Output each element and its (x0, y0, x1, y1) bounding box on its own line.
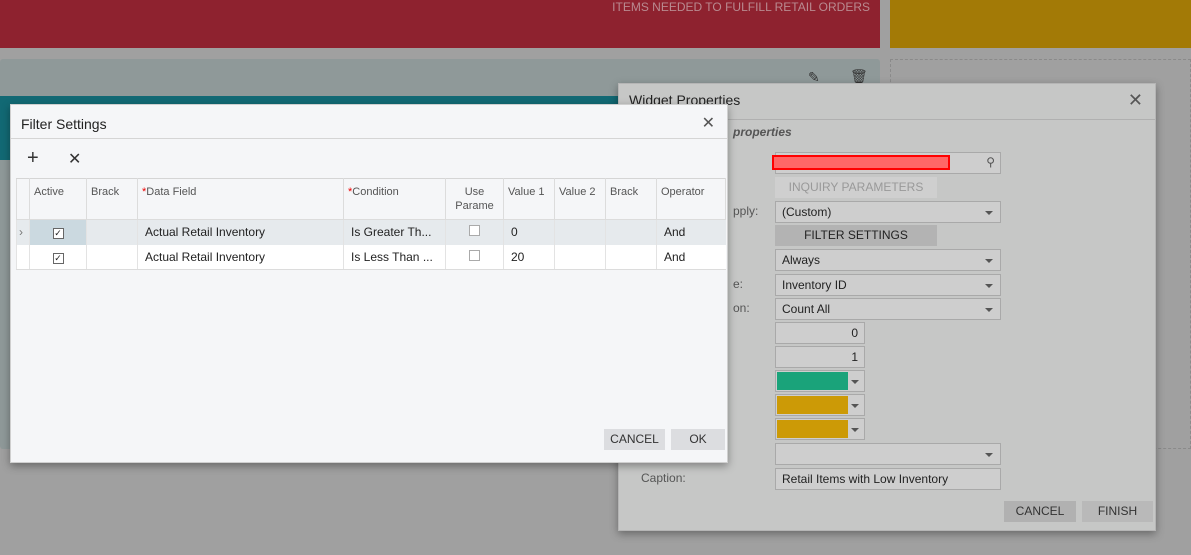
use-param-cell[interactable] (445, 219, 504, 245)
col-value-2[interactable]: Value 2 (554, 178, 606, 220)
operator-cell[interactable]: And (656, 219, 726, 245)
field-select[interactable]: Inventory ID (775, 274, 1001, 296)
color-2-picker[interactable] (775, 394, 865, 416)
close-icon[interactable]: ✕ (702, 113, 715, 133)
col-condition[interactable]: *Condition (343, 178, 446, 220)
tile-caption: ITEMS NEEDED TO FULFILL RETAIL ORDERS (612, 0, 870, 14)
inquiry-parameters-button[interactable]: INQUIRY PARAMETERS (775, 177, 937, 198)
use-param-checkbox[interactable] (469, 249, 480, 261)
active-checkbox[interactable]: ✓ (52, 252, 64, 264)
redacted-value (772, 155, 950, 170)
threshold-1-input[interactable]: 0 (775, 322, 865, 344)
col-active[interactable]: Active (29, 178, 87, 220)
value1-cell[interactable]: 0 (503, 219, 555, 245)
add-row-icon[interactable]: + (27, 147, 39, 170)
filter-grid: Active Brack *Data Field *Condition Use … (16, 178, 726, 270)
shared-filter-select[interactable]: (Custom) (775, 201, 1001, 223)
display-mode-select[interactable]: Always (775, 249, 1001, 271)
active-checkbox[interactable]: ✓ (52, 228, 64, 240)
aggregate-select[interactable]: Count All (775, 298, 1001, 320)
bracket-open-cell[interactable] (86, 219, 138, 245)
aggregation-label: on: (733, 301, 750, 315)
table-row[interactable]: ✓ Actual Retail Inventory Is Less Than .… (16, 244, 726, 270)
filter-settings-button[interactable]: FILTER SETTINGS (775, 225, 937, 246)
data-field-cell[interactable]: Actual Retail Inventory (137, 219, 344, 245)
bracket-open-cell[interactable] (86, 244, 138, 270)
col-operator[interactable]: Operator (656, 178, 726, 220)
value2-cell[interactable] (554, 219, 606, 245)
col-value-1[interactable]: Value 1 (503, 178, 555, 220)
gold-tile[interactable] (890, 0, 1191, 48)
close-icon[interactable]: ✕ (1128, 90, 1143, 111)
color-1-picker[interactable] (775, 370, 865, 392)
value2-cell[interactable] (554, 244, 606, 270)
use-param-checkbox[interactable] (469, 225, 480, 237)
col-use-parameter[interactable]: Use Parame (445, 178, 504, 220)
type-label: e: (733, 277, 744, 291)
operator-cell[interactable]: And (656, 244, 726, 270)
condition-cell[interactable]: Is Less Than ... (343, 244, 446, 270)
empty-select[interactable] (775, 443, 1001, 465)
apply-label: pply: (733, 204, 759, 218)
active-cell[interactable]: ✓ (29, 219, 87, 245)
row-selector-icon[interactable]: › (16, 219, 30, 245)
bracket-close-cell[interactable] (605, 219, 657, 245)
data-field-cell[interactable]: Actual Retail Inventory (137, 244, 344, 270)
threshold-2-input[interactable]: 1 (775, 346, 865, 368)
active-cell[interactable]: ✓ (29, 244, 87, 270)
search-icon[interactable]: ⚲ (986, 155, 995, 169)
delete-row-icon[interactable]: ✕ (68, 149, 81, 169)
col-bracket-close[interactable]: Brack (605, 178, 657, 220)
filter-settings-dialog: Filter Settings ✕ + ✕ Active Brack *Data… (10, 104, 728, 463)
dialog-title: Filter Settings (21, 116, 107, 132)
caption-label: Caption: (641, 471, 686, 485)
ok-button[interactable]: OK (671, 429, 725, 450)
section-label: properties (733, 125, 792, 139)
use-param-cell[interactable] (445, 244, 504, 270)
finish-button[interactable]: FINISH (1082, 501, 1153, 522)
col-data-field[interactable]: *Data Field (137, 178, 344, 220)
value1-cell[interactable]: 20 (503, 244, 555, 270)
color-3-picker[interactable] (775, 418, 865, 440)
cancel-button[interactable]: CANCEL (1004, 501, 1076, 522)
items-needed-tile[interactable]: ITEMS NEEDED TO FULFILL RETAIL ORDERS (0, 0, 880, 48)
caption-input[interactable]: Retail Items with Low Inventory (775, 468, 1001, 490)
col-bracket-open[interactable]: Brack (86, 178, 138, 220)
condition-cell[interactable]: Is Greater Th... (343, 219, 446, 245)
cancel-button[interactable]: CANCEL (604, 429, 665, 450)
table-row[interactable]: › ✓ Actual Retail Inventory Is Greater T… (16, 219, 726, 245)
bracket-close-cell[interactable] (605, 244, 657, 270)
grid-header: Active Brack *Data Field *Condition Use … (16, 178, 726, 220)
inquiry-search-input[interactable]: ⚲ (772, 152, 1001, 174)
